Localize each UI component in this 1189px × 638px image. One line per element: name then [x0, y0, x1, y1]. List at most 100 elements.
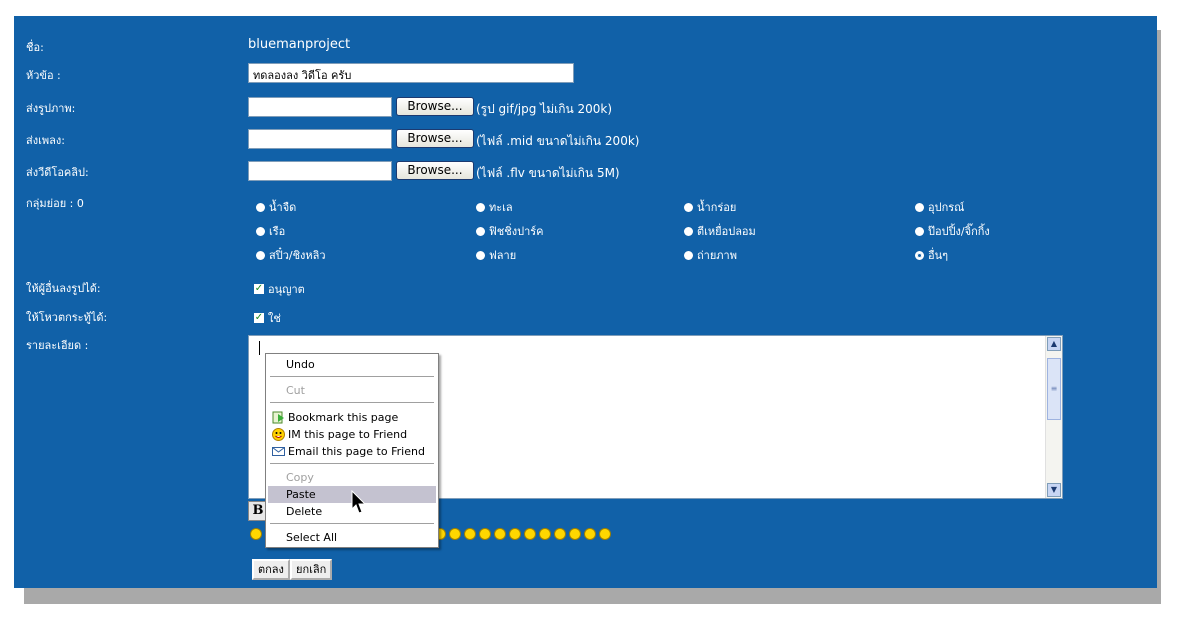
- image-browse-button[interactable]: Browse...: [396, 97, 474, 116]
- checkbox-label: อนุญาต: [268, 283, 305, 296]
- group-radio-equipment[interactable]: อุปกรณ์: [915, 198, 964, 216]
- envelope-icon: [272, 445, 285, 458]
- group-radio-fishing-park[interactable]: ฟิชชิ่งปาร์ค: [476, 222, 544, 240]
- smiley-icon[interactable]: [524, 528, 536, 540]
- radio-label: อื่นๆ: [928, 249, 949, 262]
- group-label: กลุ่มย่อย : 0: [26, 197, 84, 210]
- radio-dot: [915, 226, 924, 236]
- menu-item-label: Bookmark this page: [288, 411, 399, 424]
- mouse-cursor-icon: [351, 490, 367, 514]
- smiley-icon[interactable]: [539, 528, 551, 540]
- radio-dot: [476, 250, 485, 260]
- allow-vote-label: ให้โหวตกระทู้ได้:: [26, 311, 108, 324]
- scroll-up-button[interactable]: ▲: [1047, 337, 1061, 351]
- scroll-thumb[interactable]: ≡: [1047, 358, 1061, 420]
- detail-label: รายละเอียด :: [26, 339, 89, 352]
- radio-label: น้ำจืด: [269, 201, 297, 214]
- bookmark-icon: [272, 411, 285, 424]
- group-radio-boat[interactable]: เรือ: [256, 222, 285, 240]
- radio-label: ฟลาย: [489, 249, 517, 262]
- group-radio-sea[interactable]: ทะเล: [476, 198, 513, 216]
- name-label: ชื่อ:: [26, 41, 44, 54]
- menu-separator: [270, 523, 434, 524]
- radio-dot: [256, 202, 265, 212]
- music-file-input[interactable]: [248, 129, 392, 149]
- smiley-icon[interactable]: [250, 528, 262, 540]
- group-radio-lure[interactable]: ตีเหยื่อปลอม: [684, 222, 756, 240]
- subject-label: หัวข้อ :: [26, 69, 61, 82]
- checkbox-label: ใช่: [268, 312, 281, 325]
- smiley-icon[interactable]: [554, 528, 566, 540]
- menu-item-select-all[interactable]: Select All: [268, 529, 436, 546]
- radio-dot: [476, 202, 485, 212]
- radio-label: ถ่ายภาพ: [697, 249, 737, 262]
- video-file-input[interactable]: [248, 161, 392, 181]
- menu-separator: [270, 402, 434, 403]
- menu-item-copy[interactable]: Copy: [268, 469, 436, 486]
- radio-dot: [256, 226, 265, 236]
- checkmark-icon: ✓: [254, 312, 264, 323]
- group-radio-freshwater[interactable]: น้ำจืด: [256, 198, 296, 216]
- menu-item-cut[interactable]: Cut: [268, 382, 436, 399]
- image-label: ส่งรูปภาพ:: [26, 102, 76, 115]
- group-radio-popping[interactable]: ป๊อปปิ้ง/จิ๊กกิ้ง: [915, 222, 990, 240]
- smiley-face-icon: [272, 428, 285, 441]
- menu-item-undo[interactable]: Undo: [268, 356, 436, 373]
- radio-dot: [684, 250, 693, 260]
- video-hint: (ไฟล์ .flv ขนาดไม่เกิน 5M): [476, 166, 620, 180]
- smiley-icon[interactable]: [464, 528, 476, 540]
- radio-label: สปิ๋ว/ชิงหลิว: [269, 249, 326, 262]
- menu-separator: [270, 376, 434, 377]
- group-radio-fly[interactable]: ฟลาย: [476, 246, 516, 264]
- checkmark-icon: ✓: [254, 283, 264, 294]
- radio-label: เรือ: [269, 225, 286, 238]
- video-browse-button[interactable]: Browse...: [396, 161, 474, 180]
- menu-item-email[interactable]: Email this page to Friend: [268, 443, 436, 460]
- image-file-input[interactable]: [248, 97, 392, 117]
- smiley-icon[interactable]: [599, 528, 611, 540]
- text-cursor: [259, 341, 260, 355]
- allow-vote-checkbox[interactable]: ✓ ใช่: [254, 309, 281, 327]
- smiley-icon[interactable]: [584, 528, 596, 540]
- radio-label: น้ำกร่อย: [697, 201, 737, 214]
- radio-label: ทะเล: [489, 201, 513, 214]
- radio-label: อุปกรณ์: [928, 201, 965, 214]
- music-label: ส่งเพลง:: [26, 134, 65, 147]
- allow-images-label: ให้ผู้อื่นลงรูปได้:: [26, 282, 101, 295]
- radio-dot: [684, 202, 693, 212]
- subject-input[interactable]: ทดลองลง วิดีโอ ครับ: [248, 63, 574, 83]
- smiley-icon[interactable]: [449, 528, 461, 540]
- scrollbar[interactable]: ▲ ≡ ▼: [1045, 336, 1062, 498]
- radio-label: ฟิชชิ่งปาร์ค: [489, 225, 544, 238]
- radio-dot: [915, 202, 924, 212]
- smiley-icon[interactable]: [509, 528, 521, 540]
- menu-item-im[interactable]: IM this page to Friend: [268, 426, 436, 443]
- group-radio-brackish[interactable]: น้ำกร่อย: [684, 198, 736, 216]
- music-browse-button[interactable]: Browse...: [396, 129, 474, 148]
- group-radio-photo[interactable]: ถ่ายภาพ: [684, 246, 737, 264]
- group-radio-spinning[interactable]: สปิ๋ว/ชิงหลิว: [256, 246, 326, 264]
- post-form-panel: ชื่อ: bluemanproject หัวข้อ : ทดลองลง วิ…: [14, 16, 1157, 588]
- radio-label: ตีเหยื่อปลอม: [697, 225, 756, 238]
- smiley-icon[interactable]: [494, 528, 506, 540]
- radio-dot: [476, 226, 485, 236]
- submit-button[interactable]: ตกลง: [252, 559, 290, 580]
- video-label: ส่งวีดีโอคลิป:: [26, 166, 89, 179]
- menu-item-bookmark[interactable]: Bookmark this page: [268, 409, 436, 426]
- menu-item-label: IM this page to Friend: [288, 428, 408, 441]
- cancel-button[interactable]: ยกเลิก: [290, 559, 333, 580]
- group-radio-other[interactable]: อื่นๆ: [915, 246, 948, 264]
- name-value: bluemanproject: [248, 37, 351, 52]
- radio-label: ป๊อปปิ้ง/จิ๊กกิ้ง: [928, 225, 990, 238]
- smiley-icon[interactable]: [479, 528, 491, 540]
- radio-dot: [256, 250, 265, 260]
- allow-images-checkbox[interactable]: ✓ อนุญาต: [254, 280, 305, 298]
- context-menu: Undo Cut Bookmark this page IM this page…: [265, 353, 439, 548]
- smiley-icon[interactable]: [569, 528, 581, 540]
- menu-item-label: Email this page to Friend: [288, 445, 425, 458]
- image-hint: (รูป gif/jpg ไม่เกิน 200k): [476, 102, 613, 116]
- radio-dot-selected: [915, 250, 924, 260]
- menu-separator: [270, 463, 434, 464]
- music-hint: (ไฟล์ .mid ขนาดไม่เกิน 200k): [476, 134, 640, 148]
- scroll-down-button[interactable]: ▼: [1047, 483, 1061, 497]
